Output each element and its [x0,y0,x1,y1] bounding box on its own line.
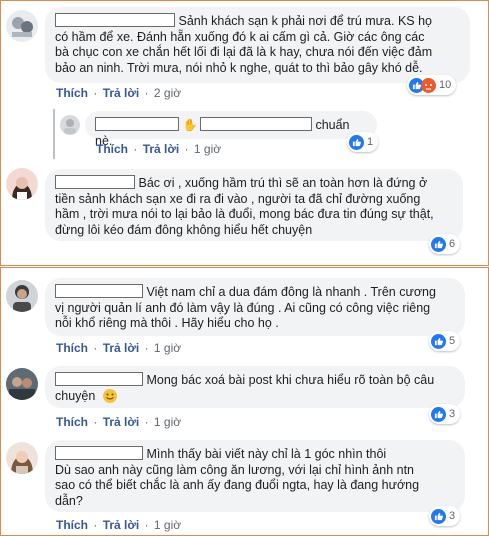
like-reaction-icon [431,406,446,422]
comment-text-line: Mình thấy bài viết này chỉ là 1 góc nhìn… [146,447,387,461]
comment-text-line: chuyện [55,388,96,403]
comment-bubble: Việt nam chỉ a dua đám đông là nhanh . T… [45,278,465,336]
reaction-count: 1 [367,136,374,148]
comment-text-line: nỗi khổ riêng mà thôi . Hãy hiểu cho họ … [55,316,279,330]
reply-bubble: ✋ chuẩn nè. [85,111,377,148]
timestamp[interactable]: 1 giờ [154,415,181,429]
like-link[interactable]: Thích [56,518,88,532]
timestamp[interactable]: 1 giờ [154,341,181,355]
timestamp[interactable]: 1 giờ [154,518,181,532]
angry-reaction-icon [421,77,436,93]
redacted-author-name[interactable] [95,117,179,131]
comment-text-line: bảo an ninh. Trời mưa, nói nhỏ k nghe, q… [55,60,423,75]
comment-text-line: Việt nam chỉ a dua đám đông là nhanh . T… [146,285,436,299]
comment-text-line: bà chục con xe chắn hết lối đi lại đã là… [55,45,433,59]
redacted-author-name[interactable] [55,175,135,189]
like-link[interactable]: Thích [96,142,128,156]
comment-actions: Thích · Trả lời · 1 giờ [56,518,182,532]
comment-bubble: Mình thấy bài viết này chỉ là 1 góc nhìn… [45,440,465,512]
reaction-count: 6 [449,238,456,250]
avatar[interactable] [6,280,38,312]
reaction-count: 3 [449,510,456,522]
avatar[interactable] [6,442,38,474]
like-reaction-icon [431,236,446,252]
comment-text-line: Mong bác xoá bài post khi chưa hiểu rõ t… [146,373,435,387]
comment-text-line: hầm , trời mưa nói to lại bảo là đuổi, m… [55,207,434,221]
comment-text-line: Dù sao anh này cũng làm công ăn lương, v… [55,462,415,477]
like-reaction-icon [431,333,446,349]
reply-link[interactable]: Trả lời [143,142,180,156]
comment-text-line: có hầm để xe. Đánh hẵn xuống đó k ai cấm… [55,29,425,44]
reply-link[interactable]: Trả lời [103,86,140,100]
comment-actions: Thích · Trả lời · 1 giờ [56,415,182,429]
comment-text-line: Bác ơi , xuống hầm trú thì sẽ an toàn hơ… [138,176,428,190]
reply-indent-line [53,109,55,159]
comment-text-line: vị người quản lí anh đó làm vậy là đúng … [55,300,431,315]
smile-emoji-icon [102,388,117,403]
reaction-summary[interactable]: 3 [429,404,461,424]
like-link[interactable]: Thích [56,415,88,429]
avatar[interactable] [60,115,80,135]
comment-text-line: Sảnh khách sạn k phải nơi để trú mưa. KS… [178,14,432,28]
avatar[interactable] [6,10,38,42]
reaction-summary[interactable]: 1 [347,132,379,152]
comment-actions: Thích · Trả lời · 1 giờ [56,341,182,355]
reaction-summary[interactable]: 5 [429,331,461,351]
avatar[interactable] [6,168,38,200]
comment-actions: Thích · Trả lời · 2 giờ [56,86,182,100]
comment-text-line: đừng lôi kéo đám đông không hiểu hết chu… [55,222,313,237]
comment-thread-top: Sảnh khách sạn k phải nơi để trú mưa. KS… [0,0,489,266]
like-reaction-icon [431,508,446,524]
redacted-author-name[interactable] [55,372,143,386]
like-link[interactable]: Thích [56,341,88,355]
comment-bubble: Sảnh khách sạn k phải nơi để trú mưa. KS… [45,7,470,83]
reaction-summary[interactable]: 10 [407,75,457,95]
comment-text-line: sao có thể biết chắc là anh ấy đang đuổi… [55,478,420,492]
reply-link[interactable]: Trả lời [103,341,140,355]
timestamp[interactable]: 2 giờ [154,86,181,100]
reply-link[interactable]: Trả lời [103,415,140,429]
redacted-author-name[interactable] [55,284,143,298]
redacted-author-name[interactable] [55,13,175,27]
comment-thread-bottom: Việt nam chỉ a dua đám đông là nhanh . T… [0,267,489,536]
comment-bubble: Mong bác xoá bài post khi chưa hiểu rõ t… [45,366,465,408]
redacted-author-name[interactable] [55,446,143,460]
like-link[interactable]: Thích [56,86,88,100]
redacted-mention[interactable] [199,117,312,131]
reaction-count: 5 [449,335,456,347]
wave-hand-icon: ✋ [182,118,198,132]
reaction-count: 3 [449,408,456,420]
like-reaction-icon [349,134,364,150]
avatar[interactable] [6,368,38,400]
reply-link[interactable]: Trả lời [103,518,140,532]
timestamp[interactable]: 1 giờ [194,142,221,156]
reaction-summary[interactable]: 3 [429,506,461,526]
comment-text-line: dẫn? [55,493,83,508]
comment-bubble: Bác ơi , xuống hầm trú thì sẽ an toàn hơ… [45,169,463,241]
reaction-count: 10 [439,79,452,91]
comment-text-line: tiền sảnh khách sạn xe đi ra đi vào , ng… [55,191,421,206]
reply-actions: Thích · Trả lời · 1 giờ [96,142,222,156]
reaction-summary[interactable]: 6 [429,234,461,254]
